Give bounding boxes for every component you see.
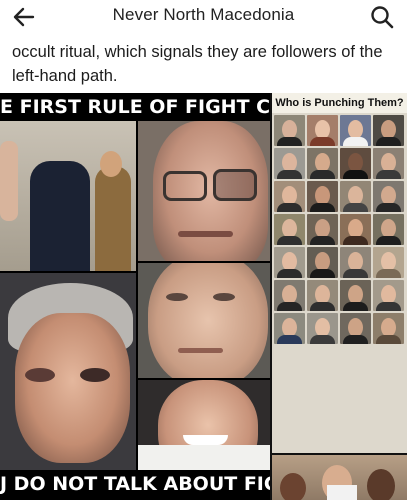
photo-group-selfie	[272, 455, 407, 500]
search-icon	[371, 6, 394, 29]
photo-man-with-glasses	[138, 121, 270, 261]
meme-bottom-caption: J DO NOT TALK ABOUT FIGHT CLU	[0, 470, 270, 498]
face-thumbnail	[340, 148, 371, 179]
face-thumbnail	[373, 148, 404, 179]
face-grid	[274, 115, 406, 344]
face-thumbnail	[373, 181, 404, 212]
post-text: occult ritual, which signals they are fo…	[12, 43, 383, 85]
face-thumbnail	[373, 115, 404, 146]
photo-man-face	[138, 263, 270, 378]
face-collage: Who is Punching Them?	[272, 93, 407, 453]
face-thumbnail	[340, 247, 371, 278]
face-thumbnail	[274, 247, 305, 278]
face-thumbnail	[340, 181, 371, 212]
face-thumbnail	[274, 181, 305, 212]
search-button[interactable]	[367, 3, 397, 31]
face-thumbnail	[373, 313, 404, 344]
face-thumbnail	[307, 214, 338, 245]
face-thumbnail	[340, 214, 371, 245]
face-thumbnail	[274, 148, 305, 179]
meme-top-caption: E FIRST RULE OF FIGHT CLUB	[0, 93, 270, 121]
face-thumbnail	[307, 280, 338, 311]
fight-club-meme: E FIRST RULE OF FIGHT CLUB	[0, 93, 270, 500]
face-thumbnail	[340, 313, 371, 344]
face-thumbnail	[274, 313, 305, 344]
face-thumbnail	[307, 115, 338, 146]
post-image[interactable]: E FIRST RULE OF FIGHT CLUB	[0, 93, 407, 500]
collage-title: Who is Punching Them?	[272, 93, 407, 113]
face-thumbnail	[373, 247, 404, 278]
face-thumbnail	[274, 214, 305, 245]
face-thumbnail	[274, 115, 305, 146]
face-thumbnail	[307, 181, 338, 212]
face-thumbnail	[373, 214, 404, 245]
face-thumbnail	[340, 115, 371, 146]
face-thumbnail	[274, 280, 305, 311]
photo-man-in-suit	[0, 121, 136, 271]
photo-gray-haired-man	[0, 273, 136, 470]
face-thumbnail	[307, 148, 338, 179]
page-title: Never North Macedonia	[112, 5, 295, 24]
face-thumbnail	[307, 247, 338, 278]
face-thumbnail	[307, 313, 338, 344]
app-header: Never North Macedonia	[0, 0, 407, 34]
face-thumbnail	[373, 280, 404, 311]
photo-smiling-man	[138, 380, 270, 470]
face-thumbnail	[340, 280, 371, 311]
